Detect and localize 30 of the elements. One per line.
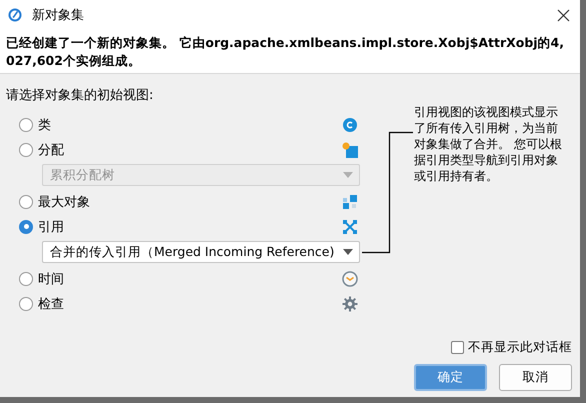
cancel-button[interactable]: 取消 bbox=[499, 364, 572, 391]
option-label: 类 bbox=[38, 116, 52, 134]
prompt-label: 请选择对象集的初始视图: bbox=[6, 87, 154, 104]
arrows-icon bbox=[342, 218, 358, 234]
option-label: 时间 bbox=[38, 270, 65, 288]
option-label: 引用 bbox=[38, 218, 65, 236]
checkbox[interactable] bbox=[451, 341, 464, 354]
settings-icon bbox=[342, 296, 358, 312]
description-text: 引用视图的该视图模式显示了所有传入引用树，为当前对象集做了合并。 您可以根据引用类型导航到引用对象或引用持有者。 bbox=[414, 104, 563, 185]
radio-button[interactable] bbox=[19, 272, 33, 286]
radio-button[interactable] bbox=[19, 194, 33, 208]
caret-icon bbox=[343, 172, 353, 178]
window-title: 新对象集 bbox=[32, 7, 85, 24]
dropdown[interactable]: 合并的传入引用（Merged Incoming Reference) bbox=[42, 241, 360, 263]
clock-icon bbox=[342, 270, 358, 286]
radio-button[interactable] bbox=[19, 296, 33, 310]
option-label: 最大对象 bbox=[38, 194, 91, 210]
app-icon bbox=[8, 8, 22, 22]
checkbox-label: 不再显示此对话框 bbox=[468, 339, 572, 356]
allocation-icon bbox=[342, 142, 358, 158]
caret-icon bbox=[343, 249, 353, 255]
blocks-icon bbox=[342, 194, 358, 210]
close-icon[interactable] bbox=[557, 8, 570, 22]
message-text: 已经创建了一个新的对象集。 它由org.apache.xmlbeans.impl.store.Xobj$AttrXobj的4,027,602个实例组成。 bbox=[6, 34, 566, 70]
option-label: 检查 bbox=[38, 296, 65, 312]
radio-button[interactable] bbox=[19, 142, 33, 156]
option-label: 分配 bbox=[38, 142, 65, 158]
radio-button[interactable] bbox=[19, 118, 33, 132]
radio-button[interactable] bbox=[19, 220, 33, 234]
class-icon bbox=[342, 116, 358, 132]
